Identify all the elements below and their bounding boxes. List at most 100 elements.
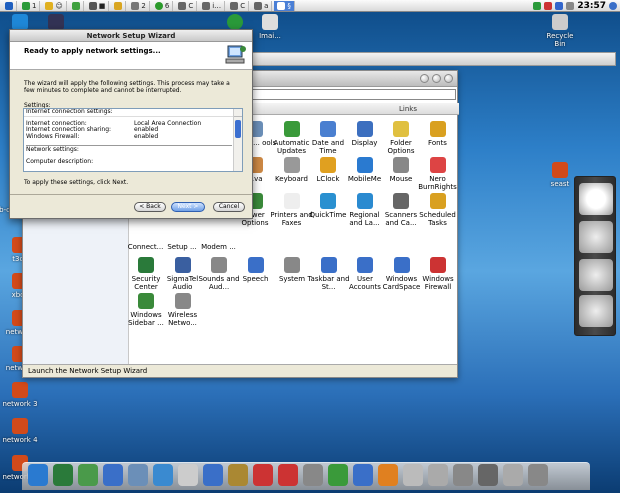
printers-faxes-icon [283, 193, 300, 209]
dock-bluetooth-icon[interactable] [453, 464, 473, 486]
settings-textbox[interactable]: Internet connection settings: Internet c… [23, 108, 243, 172]
dock-sound-icon[interactable] [278, 464, 298, 486]
close-button[interactable] [444, 74, 453, 83]
apple-icon [5, 1, 13, 10]
cp-item-nero-burnrights[interactable]: Nero BurnRights [416, 157, 460, 191]
fonts-icon [429, 121, 446, 137]
back-button[interactable]: < Back [134, 202, 166, 212]
diamond-icon [131, 1, 140, 10]
dock-garageband-icon[interactable] [253, 464, 273, 486]
window-icon [230, 1, 239, 10]
dialog-titlebar[interactable]: Network Setup Wizard [10, 30, 252, 42]
next-button[interactable]: Next > [171, 202, 205, 212]
app-icon[interactable] [544, 2, 553, 10]
cp-item-phone-modem[interactable]: Modem ... [197, 225, 241, 251]
dock-misc-icon[interactable] [528, 464, 548, 486]
keyboard-icon [283, 157, 300, 173]
desktop-icon[interactable]: network 4 [0, 418, 40, 444]
menubar-label: 6 [164, 1, 170, 10]
dock-vlc-icon[interactable] [378, 464, 398, 486]
dock-preferences-icon[interactable] [303, 464, 323, 486]
windows-cardspace-icon [393, 257, 410, 273]
menubar-item[interactable]: 1 [19, 0, 41, 11]
dock-trash-icon[interactable] [503, 464, 523, 486]
settings-scrollbar[interactable] [233, 109, 242, 171]
menubar-item[interactable]: C [175, 0, 198, 11]
window-icon [88, 1, 97, 10]
menubar-item[interactable] [111, 0, 127, 11]
cp-item-label: Wireless Netwo... [167, 311, 198, 327]
windows-sidebar-icon [138, 293, 154, 309]
dock-finder-icon[interactable] [28, 464, 48, 486]
menubar-label: C [240, 1, 246, 10]
nero-burnrights-icon [429, 157, 446, 173]
menubar-item[interactable]: 6 [152, 0, 174, 11]
cp-item-scheduled-tasks[interactable]: Scheduled Tasks [416, 193, 460, 227]
network-icon [12, 418, 28, 434]
dock-chat-icon[interactable] [53, 464, 73, 486]
menubar-item[interactable] [2, 0, 17, 11]
dock-itunes-icon[interactable] [203, 464, 223, 486]
menubar-item[interactable]: ☺ [42, 0, 67, 11]
photo-widget[interactable] [579, 221, 613, 253]
cp-item-windows-firewall[interactable]: Windows Firewall [416, 257, 460, 291]
dock-dashboard-icon[interactable] [78, 464, 98, 486]
network-icon[interactable] [533, 2, 542, 10]
info-icon[interactable] [609, 2, 617, 10]
cp-item-wireless-network[interactable]: Wireless Netwo... [161, 293, 205, 327]
window-icon [277, 1, 286, 10]
menubar-item[interactable]: 2 [128, 0, 150, 11]
desktop-icon-label: network 4 [2, 436, 38, 444]
menubar-label: 1 [32, 1, 37, 10]
dock-safari-icon[interactable] [103, 464, 123, 486]
cp-item-label: Nero BurnRights [418, 175, 457, 191]
dock-mail-icon[interactable] [128, 464, 148, 486]
cp-item-label: Windows Firewall [422, 275, 454, 291]
desktop-icon-label: seast [550, 180, 570, 188]
dock-network-icon[interactable] [478, 464, 498, 486]
menubar-item[interactable]: ■ [86, 0, 110, 11]
dock-ichat-icon[interactable] [153, 464, 173, 486]
clock[interactable]: 23:57 [577, 1, 606, 11]
regional-language-icon [356, 193, 373, 209]
network-widget[interactable] [579, 295, 613, 327]
menubar-item[interactable]: a [251, 0, 273, 11]
sounds-audio-icon [211, 257, 227, 273]
recycle-bin[interactable]: Recycle Bin [540, 14, 580, 48]
scroll-thumb[interactable] [235, 120, 241, 138]
menubar-item[interactable] [69, 0, 84, 11]
dialog-footer-text: To apply these settings, click Next. [24, 179, 129, 186]
menubar-item[interactable]: C [227, 0, 250, 11]
dock-system-icon[interactable] [428, 464, 448, 486]
image-icon [262, 14, 278, 30]
screen-widget[interactable] [579, 259, 613, 291]
clock-widget[interactable] [579, 183, 613, 215]
address-bar[interactable] [251, 89, 456, 100]
dialog-title: Network Setup Wizard [86, 32, 176, 40]
cp-item-fonts[interactable]: Fonts [416, 121, 460, 147]
desktop-icon[interactable]: Imai... [250, 14, 290, 40]
top-menubar: 1 ☺ ■ 2 6 C i… C a § 23:57 [0, 0, 620, 12]
dock-address-book-icon[interactable] [178, 464, 198, 486]
menubar-item[interactable]: i… [199, 0, 226, 11]
taskbar-start-menu-icon [320, 257, 337, 273]
dock-dvd-icon[interactable] [353, 464, 373, 486]
desktop-icon[interactable]: network 3 [0, 382, 40, 408]
app-icon[interactable] [555, 2, 564, 10]
window-icon [202, 1, 211, 10]
background-toolbar [228, 52, 616, 66]
cancel-button[interactable]: Cancel [213, 202, 245, 212]
scroll-up-arrow[interactable] [234, 109, 242, 117]
folder-icon [114, 1, 123, 10]
volume-icon[interactable] [566, 2, 575, 10]
minimize-button[interactable] [420, 74, 429, 83]
dock-iphoto-icon[interactable] [228, 464, 248, 486]
network-icon [552, 162, 568, 178]
menubar-item-active[interactable]: § [274, 0, 295, 11]
dock-utility-icon[interactable] [328, 464, 348, 486]
links-label[interactable]: Links [399, 105, 417, 113]
dock-apple-icon[interactable] [403, 464, 423, 486]
maximize-button[interactable] [432, 74, 441, 83]
date-time-icon [320, 121, 336, 137]
system-icon [284, 257, 300, 273]
